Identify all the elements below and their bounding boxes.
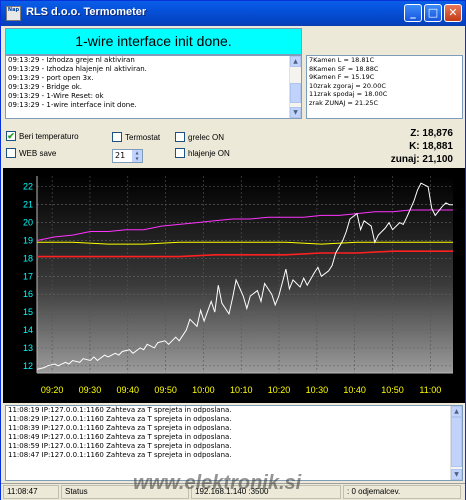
request-log-line: 11:08:29 IP:127.0.0.1:1160 Zahteva za T …	[8, 415, 232, 423]
cooling-box[interactable]	[175, 148, 185, 158]
cooling-label: hlajenje ON	[188, 149, 230, 159]
x-tick-label: 10:00	[192, 385, 215, 395]
heater-checkbox[interactable]: grelec ON	[175, 132, 225, 143]
sensor-reading: 8Kamen SF = 18.88C	[309, 64, 379, 73]
y-tick-label: 18	[23, 253, 33, 263]
scroll-thumb[interactable]	[290, 83, 301, 103]
heater-box[interactable]	[175, 132, 185, 142]
x-tick-label: 09:20	[41, 385, 64, 395]
event-log-line: 09:13:29 - 1-wire interface init done.	[8, 101, 137, 109]
sensor-reading: 9Kamen F = 15.19C	[309, 73, 375, 81]
app-icon[interactable]: Nap	[6, 6, 21, 21]
request-log-line: 11:08:59 IP:127.0.0.1:1160 Zahteva za T …	[8, 442, 232, 450]
minimize-button[interactable]: _	[404, 4, 422, 22]
request-log-line: 11:08:49 IP:127.0.0.1:1160 Zahteva za T …	[8, 433, 232, 441]
event-log[interactable]: 09:13:29 - Izhodza greje nl aktiviran 09:…	[5, 55, 302, 119]
y-tick-label: 16	[23, 289, 33, 299]
request-log-lines: 11:08:19 IP:127.0.0.1:1160 Zahteva za T …	[6, 406, 462, 460]
sensor-reading: zrak ZUNAJ = 21.25C	[309, 98, 379, 107]
event-log-line: 09:13:29 - Izhodza hlajenje nl aktiviran…	[8, 65, 147, 73]
close-button[interactable]: ✕	[444, 4, 462, 22]
app-window: Nap RLS d.o.o. Termometer _ □ ✕ 1-wire i…	[0, 0, 466, 500]
read-temperature-label: Beri temperaturo	[19, 132, 79, 142]
cooling-checkbox[interactable]: hlajenje ON	[175, 148, 230, 159]
temperature-chart: 12 13 14 15 16 17 18 19 20 21 22 09:20 09:30 09:40 09:…	[3, 168, 465, 403]
x-tick-label: 10:10	[230, 385, 253, 395]
y-tick-label: 13	[23, 343, 33, 353]
event-log-scrollbar[interactable]: ▲ ▼	[289, 56, 301, 118]
interval-spinner[interactable]: 21 ▲ ▼	[112, 149, 143, 163]
web-save-label: WEB save	[19, 149, 57, 159]
sensor-lines: 7Kamen L = 18.81C 8Kamen SF = 18.88C 9Kame…	[307, 56, 462, 107]
title-bar[interactable]: Nap RLS d.o.o. Termometer _ □ ✕	[1, 1, 465, 26]
request-log-line: 11:08:19 IP:127.0.0.1:1160 Zahteva za T …	[8, 406, 232, 414]
event-log-line: 09:13:29 - Bridge ok.	[8, 83, 83, 91]
y-tick-label: 19	[23, 235, 33, 245]
x-tick-label: 09:30	[79, 385, 102, 395]
statusbar-time: 11:08:47	[3, 485, 59, 499]
x-tick-label: 09:40	[116, 385, 139, 395]
maximize-button[interactable]: □	[424, 4, 442, 22]
sensor-reading: 10zrak zgoraj = 20.00C	[309, 81, 386, 90]
sensor-list: 7Kamen L = 18.81C 8Kamen SF = 18.88C 9Kame…	[306, 55, 463, 119]
status-banner: 1-wire interface init done.	[5, 28, 302, 55]
thermostat-box[interactable]	[112, 132, 122, 142]
web-save-box[interactable]	[6, 148, 16, 158]
web-save-checkbox[interactable]: WEB save	[6, 148, 57, 159]
request-log-line: 11:08:39 IP:127.0.0.1:1160 Zahteva za T …	[8, 424, 232, 432]
scroll-up-arrow-icon[interactable]: ▲	[451, 406, 462, 417]
spinner-arrows-icon[interactable]: ▲ ▼	[132, 150, 142, 162]
event-log-lines: 09:13:29 - Izhodza greje nl aktiviran 09:…	[6, 56, 301, 110]
interval-value: 21	[115, 151, 126, 160]
temperature-chart-svg: 12 13 14 15 16 17 18 19 20 21 22 09:20 09:30 09:40 09:…	[3, 168, 465, 403]
thermostat-checkbox[interactable]: Termostat	[112, 132, 161, 143]
x-tick-label: 10:20	[268, 385, 291, 395]
event-log-line: 09:13:29 - Izhodza greje nl aktiviran	[8, 56, 135, 64]
request-log-scrollbar[interactable]: ▲ ▼	[450, 406, 462, 480]
request-log-line: 11:08:47 IP:127.0.0.1:1160 Zahteva za T …	[8, 451, 232, 459]
y-tick-label: 15	[23, 307, 33, 317]
y-tick-label: 20	[23, 218, 33, 228]
plot-area	[37, 176, 453, 373]
y-tick-label: 21	[23, 200, 33, 210]
y-tick-label: 12	[23, 361, 33, 371]
x-tick-label: 10:50	[381, 385, 404, 395]
scroll-down-arrow-icon[interactable]: ▼	[451, 469, 462, 480]
sensor-reading: 11zrak spodaj = 18.00C	[309, 90, 388, 98]
window-title: RLS d.o.o. Termometer	[26, 6, 147, 18]
x-tick-label: 09:50	[154, 385, 177, 395]
read-temperature-checkbox[interactable]: ✔ Beri temperaturo	[6, 131, 79, 142]
thermostat-label: Termostat	[125, 133, 161, 143]
y-tick-label: 17	[23, 271, 33, 281]
y-tick-label: 14	[23, 325, 33, 335]
request-log[interactable]: 11:08:19 IP:127.0.0.1:1160 Zahteva za T …	[5, 405, 463, 481]
x-tick-label: 10:40	[343, 385, 366, 395]
temp-k-readout: K: 18,881	[409, 141, 453, 152]
scroll-down-arrow-icon[interactable]: ▼	[290, 107, 301, 118]
x-tick-label: 11:00	[419, 385, 441, 395]
event-log-line: 09:13:29 - 1-Wire Reset: ok	[8, 92, 104, 100]
scroll-thumb[interactable]	[451, 417, 462, 467]
watermark-text: www.elektronik.si	[133, 472, 302, 494]
scroll-up-arrow-icon[interactable]: ▲	[290, 56, 301, 67]
x-tick-label: 10:30	[306, 385, 329, 395]
event-log-line: 09:13:29 - port open 3x.	[8, 74, 94, 82]
temp-z-readout: Z: 18,876	[410, 128, 453, 139]
heater-label: grelec ON	[188, 133, 225, 143]
statusbar-clients: : 0 odjemalcev.	[343, 485, 461, 499]
y-tick-label: 22	[23, 182, 33, 192]
sensor-reading: 7Kamen L = 18.81C	[309, 56, 375, 64]
temp-outside-readout: zunaj: 21,100	[390, 154, 453, 165]
read-temperature-check-icon[interactable]: ✔	[6, 131, 16, 141]
